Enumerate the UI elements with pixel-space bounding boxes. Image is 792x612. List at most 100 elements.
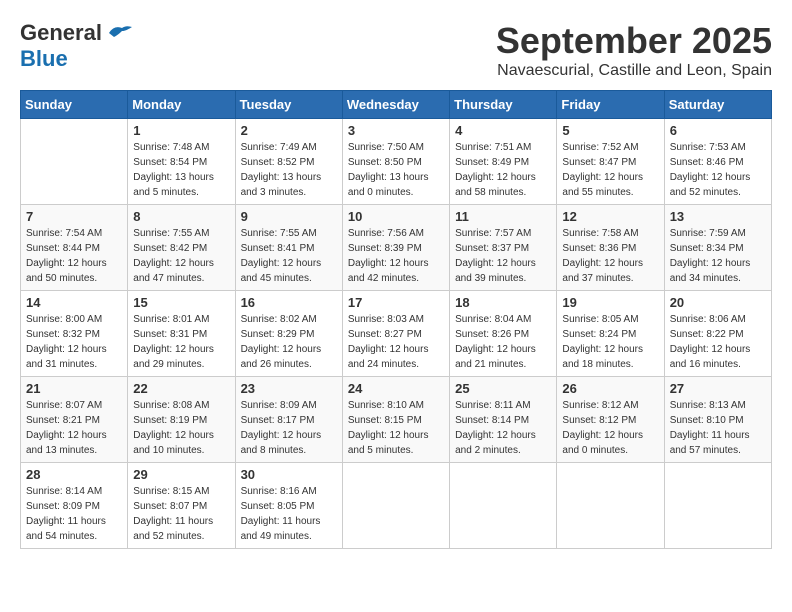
calendar-cell: 7 Sunrise: 7:54 AM Sunset: 8:44 PM Daylig… <box>21 205 128 291</box>
day-info: Sunrise: 8:10 AM Sunset: 8:15 PM Dayligh… <box>348 398 444 458</box>
logo-bird-icon <box>104 23 134 43</box>
calendar-week-1: 1Sunrise: 7:48 AM Sunset: 8:54 PM Daylig… <box>21 119 772 205</box>
logo: General Blue <box>20 20 134 72</box>
calendar-cell: 17 Sunrise: 8:03 AM Sunset: 8:27 PM Dayli… <box>342 291 449 377</box>
day-number: 8 <box>133 209 229 224</box>
calendar-cell: 16 Sunrise: 8:02 AM Sunset: 8:29 PM Dayli… <box>235 291 342 377</box>
calendar-cell <box>21 119 128 205</box>
day-info: Sunrise: 7:58 AM Sunset: 8:36 PM Dayligh… <box>562 226 658 286</box>
day-number: 17 <box>348 295 444 310</box>
calendar-cell <box>342 463 449 549</box>
calendar-cell: 11 Sunrise: 7:57 AM Sunset: 8:37 PM Dayli… <box>450 205 557 291</box>
weekday-header-sunday: Sunday <box>21 91 128 119</box>
calendar-cell: 6 Sunrise: 7:53 AM Sunset: 8:46 PM Daylig… <box>664 119 771 205</box>
day-info: Sunrise: 7:55 AM Sunset: 8:41 PM Dayligh… <box>241 226 337 286</box>
calendar-cell <box>450 463 557 549</box>
day-number: 28 <box>26 467 122 482</box>
day-info: Sunrise: 8:14 AM Sunset: 8:09 PM Dayligh… <box>26 484 122 544</box>
day-number: 29 <box>133 467 229 482</box>
month-title: September 2025 <box>496 20 772 62</box>
day-number: 1 <box>133 123 229 138</box>
day-info: Sunrise: 7:54 AM Sunset: 8:44 PM Dayligh… <box>26 226 122 286</box>
day-number: 11 <box>455 209 551 224</box>
day-info: Sunrise: 8:07 AM Sunset: 8:21 PM Dayligh… <box>26 398 122 458</box>
day-info: Sunrise: 8:09 AM Sunset: 8:17 PM Dayligh… <box>241 398 337 458</box>
day-info: Sunrise: 8:15 AM Sunset: 8:07 PM Dayligh… <box>133 484 229 544</box>
day-number: 13 <box>670 209 766 224</box>
weekday-header-wednesday: Wednesday <box>342 91 449 119</box>
day-number: 4 <box>455 123 551 138</box>
day-number: 24 <box>348 381 444 396</box>
calendar-cell <box>664 463 771 549</box>
day-info: Sunrise: 7:56 AM Sunset: 8:39 PM Dayligh… <box>348 226 444 286</box>
logo-blue-text: Blue <box>20 46 68 72</box>
calendar-cell: 24 Sunrise: 8:10 AM Sunset: 8:15 PM Dayli… <box>342 377 449 463</box>
day-number: 22 <box>133 381 229 396</box>
calendar-cell: 20Sunrise: 8:06 AM Sunset: 8:22 PM Dayli… <box>664 291 771 377</box>
day-info: Sunrise: 7:52 AM Sunset: 8:47 PM Dayligh… <box>562 140 658 200</box>
title-section: September 2025 Navaescurial, Castille an… <box>496 20 772 80</box>
calendar-cell: 5 Sunrise: 7:52 AM Sunset: 8:47 PM Daylig… <box>557 119 664 205</box>
day-number: 10 <box>348 209 444 224</box>
calendar-cell: 19Sunrise: 8:05 AM Sunset: 8:24 PM Dayli… <box>557 291 664 377</box>
calendar-week-3: 14 Sunrise: 8:00 AM Sunset: 8:32 PM Dayli… <box>21 291 772 377</box>
calendar-cell: 18Sunrise: 8:04 AM Sunset: 8:26 PM Dayli… <box>450 291 557 377</box>
calendar-cell: 25 Sunrise: 8:11 AM Sunset: 8:14 PM Dayli… <box>450 377 557 463</box>
calendar-cell: 12 Sunrise: 7:58 AM Sunset: 8:36 PM Dayli… <box>557 205 664 291</box>
day-number: 14 <box>26 295 122 310</box>
calendar-cell: 30 Sunrise: 8:16 AM Sunset: 8:05 PM Dayli… <box>235 463 342 549</box>
day-info: Sunrise: 7:50 AM Sunset: 8:50 PM Dayligh… <box>348 140 444 200</box>
day-info: Sunrise: 7:53 AM Sunset: 8:46 PM Dayligh… <box>670 140 766 200</box>
calendar-week-5: 28 Sunrise: 8:14 AM Sunset: 8:09 PM Dayli… <box>21 463 772 549</box>
day-number: 9 <box>241 209 337 224</box>
day-number: 6 <box>670 123 766 138</box>
calendar-table: SundayMondayTuesdayWednesdayThursdayFrid… <box>20 90 772 549</box>
calendar-cell: 26Sunrise: 8:12 AM Sunset: 8:12 PM Dayli… <box>557 377 664 463</box>
weekday-header-tuesday: Tuesday <box>235 91 342 119</box>
day-info: Sunrise: 7:59 AM Sunset: 8:34 PM Dayligh… <box>670 226 766 286</box>
calendar-cell: 14 Sunrise: 8:00 AM Sunset: 8:32 PM Dayli… <box>21 291 128 377</box>
weekday-header-saturday: Saturday <box>664 91 771 119</box>
weekday-header-friday: Friday <box>557 91 664 119</box>
day-info: Sunrise: 8:16 AM Sunset: 8:05 PM Dayligh… <box>241 484 337 544</box>
day-info: Sunrise: 7:49 AM Sunset: 8:52 PM Dayligh… <box>241 140 337 200</box>
day-info: Sunrise: 8:01 AM Sunset: 8:31 PM Dayligh… <box>133 312 229 372</box>
day-number: 16 <box>241 295 337 310</box>
weekday-header-thursday: Thursday <box>450 91 557 119</box>
calendar-cell: 29 Sunrise: 8:15 AM Sunset: 8:07 PM Dayli… <box>128 463 235 549</box>
calendar-cell: 10 Sunrise: 7:56 AM Sunset: 8:39 PM Dayli… <box>342 205 449 291</box>
calendar-cell: 2Sunrise: 7:49 AM Sunset: 8:52 PM Daylig… <box>235 119 342 205</box>
calendar-cell: 23 Sunrise: 8:09 AM Sunset: 8:17 PM Dayli… <box>235 377 342 463</box>
calendar-cell: 15 Sunrise: 8:01 AM Sunset: 8:31 PM Dayli… <box>128 291 235 377</box>
weekday-header-monday: Monday <box>128 91 235 119</box>
calendar-week-4: 21Sunrise: 8:07 AM Sunset: 8:21 PM Dayli… <box>21 377 772 463</box>
day-number: 5 <box>562 123 658 138</box>
day-number: 7 <box>26 209 122 224</box>
calendar-cell: 8 Sunrise: 7:55 AM Sunset: 8:42 PM Daylig… <box>128 205 235 291</box>
day-info: Sunrise: 7:57 AM Sunset: 8:37 PM Dayligh… <box>455 226 551 286</box>
day-number: 12 <box>562 209 658 224</box>
calendar-cell: 1Sunrise: 7:48 AM Sunset: 8:54 PM Daylig… <box>128 119 235 205</box>
day-info: Sunrise: 8:03 AM Sunset: 8:27 PM Dayligh… <box>348 312 444 372</box>
calendar-cell: 21Sunrise: 8:07 AM Sunset: 8:21 PM Dayli… <box>21 377 128 463</box>
day-number: 15 <box>133 295 229 310</box>
day-info: Sunrise: 7:55 AM Sunset: 8:42 PM Dayligh… <box>133 226 229 286</box>
day-number: 25 <box>455 381 551 396</box>
day-info: Sunrise: 8:13 AM Sunset: 8:10 PM Dayligh… <box>670 398 766 458</box>
day-number: 30 <box>241 467 337 482</box>
day-number: 23 <box>241 381 337 396</box>
day-info: Sunrise: 8:08 AM Sunset: 8:19 PM Dayligh… <box>133 398 229 458</box>
day-info: Sunrise: 8:02 AM Sunset: 8:29 PM Dayligh… <box>241 312 337 372</box>
calendar-cell: 9 Sunrise: 7:55 AM Sunset: 8:41 PM Daylig… <box>235 205 342 291</box>
day-info: Sunrise: 8:11 AM Sunset: 8:14 PM Dayligh… <box>455 398 551 458</box>
day-number: 18 <box>455 295 551 310</box>
calendar-cell: 13 Sunrise: 7:59 AM Sunset: 8:34 PM Dayli… <box>664 205 771 291</box>
day-info: Sunrise: 7:51 AM Sunset: 8:49 PM Dayligh… <box>455 140 551 200</box>
page-header: General Blue September 2025 Navaescurial… <box>20 20 772 80</box>
day-number: 3 <box>348 123 444 138</box>
calendar-cell: 28 Sunrise: 8:14 AM Sunset: 8:09 PM Dayli… <box>21 463 128 549</box>
day-info: Sunrise: 8:12 AM Sunset: 8:12 PM Dayligh… <box>562 398 658 458</box>
day-info: Sunrise: 8:00 AM Sunset: 8:32 PM Dayligh… <box>26 312 122 372</box>
day-number: 27 <box>670 381 766 396</box>
day-info: Sunrise: 8:05 AM Sunset: 8:24 PM Dayligh… <box>562 312 658 372</box>
